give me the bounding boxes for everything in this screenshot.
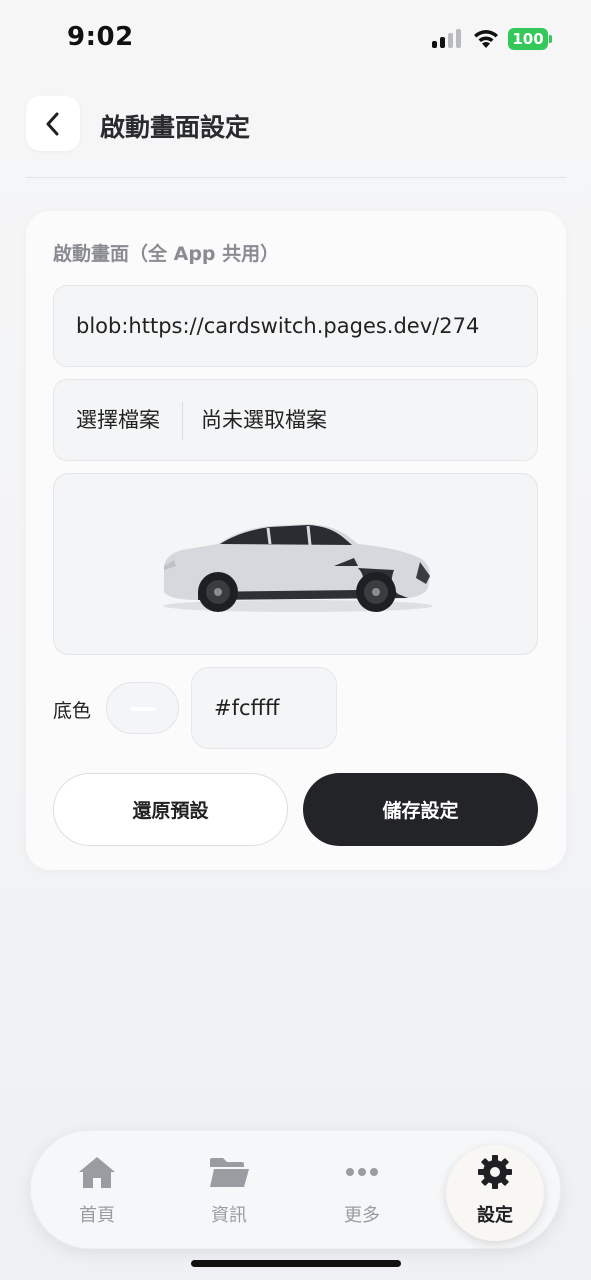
- back-button[interactable]: [26, 96, 80, 151]
- bottom-nav: 首頁 資訊 更多 設定: [30, 1130, 561, 1249]
- wifi-icon: [472, 27, 500, 49]
- home-indicator: [191, 1260, 401, 1267]
- header: 啟動畫面設定: [26, 96, 566, 152]
- file-picker[interactable]: 選擇檔案 尚未選取檔案: [53, 379, 538, 461]
- reset-default-button[interactable]: 還原預設: [53, 773, 288, 846]
- file-picker-divider: [182, 402, 183, 440]
- nav-label: 更多: [344, 1205, 380, 1226]
- splash-settings-card: 啟動畫面（全 App 共用） 選擇檔案 尚未選取檔案: [26, 211, 566, 870]
- page-title: 啟動畫面設定: [100, 113, 251, 142]
- car-image: [163, 524, 433, 612]
- gear-icon: [478, 1155, 512, 1189]
- battery-icon: 100: [508, 28, 552, 50]
- home-icon: [79, 1157, 115, 1188]
- nav-label: 設定: [477, 1205, 513, 1226]
- splash-preview: [53, 473, 538, 655]
- hex-color-input[interactable]: [191, 667, 337, 749]
- nav-item-settings[interactable]: 設定: [440, 1131, 550, 1250]
- header-divider: [26, 177, 566, 178]
- nav-label: 資訊: [211, 1205, 247, 1226]
- nav-item-more[interactable]: 更多: [307, 1131, 417, 1250]
- save-settings-button[interactable]: 儲存設定: [303, 773, 538, 846]
- more-icon: [346, 1168, 378, 1176]
- cellular-signal-icon: [432, 28, 464, 48]
- status-bar: 9:02 100: [0, 0, 591, 80]
- battery-level: 100: [508, 28, 548, 50]
- chevron-left-icon: [46, 112, 59, 135]
- nav-item-home[interactable]: 首頁: [42, 1131, 152, 1250]
- choose-file-button[interactable]: 選擇檔案: [76, 380, 160, 460]
- color-swatch[interactable]: [106, 682, 179, 734]
- image-url-input[interactable]: [53, 285, 538, 367]
- background-color-label: 底色: [53, 700, 92, 722]
- color-swatch-preview: [130, 707, 156, 711]
- nav-item-info[interactable]: 資訊: [174, 1131, 284, 1250]
- status-time: 9:02: [67, 22, 134, 52]
- folder-icon: [210, 1158, 249, 1187]
- file-status: 尚未選取檔案: [201, 408, 327, 432]
- nav-label: 首頁: [79, 1205, 115, 1226]
- section-label: 啟動畫面（全 App 共用）: [53, 243, 280, 265]
